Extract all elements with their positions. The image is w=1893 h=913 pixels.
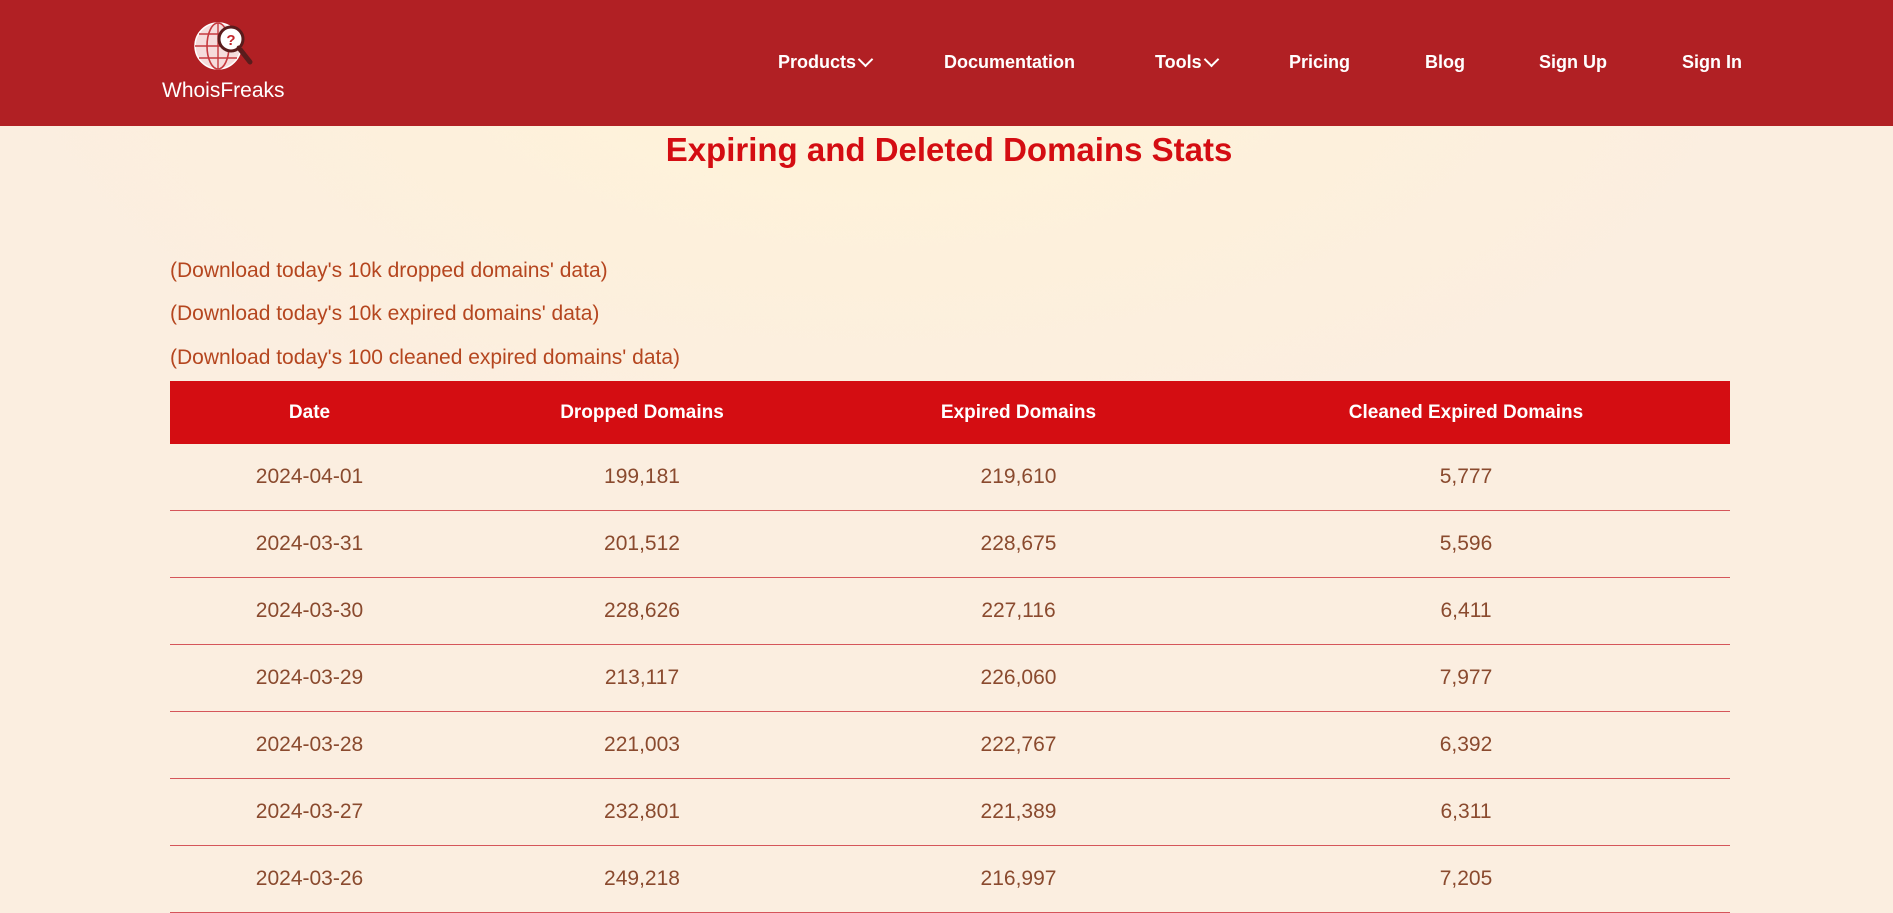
cell-cleaned-expired-domains: 7,205 — [1202, 845, 1730, 913]
nav-blog-label: Blog — [1425, 52, 1465, 72]
site-logo[interactable]: ? WhoisFreaks — [158, 14, 292, 106]
download-expired-domains-link[interactable]: (Download today's 10k expired domains' d… — [170, 302, 599, 326]
table-header-row: Date Dropped Domains Expired Domains Cle… — [170, 381, 1730, 444]
cell-dropped-domains: 221,003 — [449, 711, 835, 779]
cell-dropped-domains: 228,626 — [449, 577, 835, 645]
cell-date: 2024-03-29 — [170, 644, 449, 712]
cell-dropped-domains: 232,801 — [449, 778, 835, 846]
cell-date: 2024-03-31 — [170, 510, 449, 578]
nav-sign-in[interactable]: Sign In — [1682, 52, 1742, 73]
globe-magnifier-icon: ? — [194, 22, 253, 70]
download-dropped-domains-link[interactable]: (Download today's 10k dropped domains' d… — [170, 259, 608, 283]
nav-sign-up-label: Sign Up — [1539, 52, 1607, 72]
nav-products-label: Products — [778, 52, 857, 72]
table-body: 2024-04-01 199,181 219,610 5,777 2024-03… — [170, 444, 1730, 913]
table-row: 2024-03-31 201,512 228,675 5,596 — [170, 510, 1730, 578]
cell-cleaned-expired-domains: 6,411 — [1202, 577, 1730, 645]
cell-cleaned-expired-domains: 6,311 — [1202, 778, 1730, 846]
cell-expired-domains: 219,610 — [835, 444, 1202, 511]
cell-date: 2024-04-01 — [170, 444, 449, 511]
download-cleaned-expired-domains-link[interactable]: (Download today's 100 cleaned expired do… — [170, 346, 680, 370]
logo-text: WhoisFreaks — [162, 79, 285, 102]
cell-cleaned-expired-domains: 7,977 — [1202, 644, 1730, 712]
cell-date: 2024-03-30 — [170, 577, 449, 645]
nav-documentation-label: Documentation — [944, 52, 1076, 72]
table-header: Date Dropped Domains Expired Domains Cle… — [170, 381, 1730, 444]
page-title: Expiring and Deleted Domains Stats — [665, 131, 1233, 168]
cell-date: 2024-03-28 — [170, 711, 449, 779]
cell-dropped-domains: 199,181 — [449, 444, 835, 511]
nav-sign-up[interactable]: Sign Up — [1539, 52, 1607, 73]
cell-cleaned-expired-domains: 6,392 — [1202, 711, 1730, 779]
table-row: 2024-03-28 221,003 222,767 6,392 — [170, 711, 1730, 779]
table-row: 2024-03-26 249,218 216,997 7,205 — [170, 845, 1730, 913]
cell-dropped-domains: 249,218 — [449, 845, 835, 913]
nav-blog[interactable]: Blog — [1425, 52, 1465, 73]
cell-date: 2024-03-26 — [170, 845, 449, 913]
table-row: 2024-04-01 199,181 219,610 5,777 — [170, 444, 1730, 511]
cell-expired-domains: 216,997 — [835, 845, 1202, 913]
nav-sign-in-label: Sign In — [1682, 52, 1742, 72]
cell-expired-domains: 221,389 — [835, 778, 1202, 846]
column-header-dropped-domains: Dropped Domains — [560, 401, 724, 423]
column-header-cleaned-expired-domains: Cleaned Expired Domains — [1348, 401, 1584, 423]
chevron-down-icon — [857, 51, 874, 68]
cell-expired-domains: 228,675 — [835, 510, 1202, 578]
nav-pricing[interactable]: Pricing — [1289, 52, 1350, 73]
nav-pricing-label: Pricing — [1289, 52, 1351, 72]
svg-text:?: ? — [226, 32, 235, 49]
cell-date: 2024-03-27 — [170, 778, 449, 846]
table-row: 2024-03-30 228,626 227,116 6,411 — [170, 577, 1730, 645]
nav-tools[interactable]: Tools — [1155, 51, 1219, 73]
top-navbar: ? WhoisFreaks Products Documentation Too… — [0, 0, 1893, 126]
cell-expired-domains: 226,060 — [835, 644, 1202, 712]
nav-tools-label: Tools — [1155, 52, 1202, 72]
chevron-down-icon — [1203, 51, 1219, 68]
cell-cleaned-expired-domains: 5,777 — [1202, 444, 1730, 511]
column-header-expired-domains: Expired Domains — [940, 401, 1097, 423]
domain-stats-table: Date Dropped Domains Expired Domains Cle… — [170, 381, 1730, 913]
column-header-date: Date — [288, 401, 331, 423]
nav-products[interactable]: Products — [778, 51, 874, 73]
table-row: 2024-03-29 213,117 226,060 7,977 — [170, 644, 1730, 712]
nav-documentation[interactable]: Documentation — [944, 52, 1075, 73]
cell-dropped-domains: 213,117 — [449, 644, 835, 712]
cell-expired-domains: 227,116 — [835, 577, 1202, 645]
table-row: 2024-03-27 232,801 221,389 6,311 — [170, 778, 1730, 846]
cell-cleaned-expired-domains: 5,596 — [1202, 510, 1730, 578]
cell-dropped-domains: 201,512 — [449, 510, 835, 578]
cell-expired-domains: 222,767 — [835, 711, 1202, 779]
